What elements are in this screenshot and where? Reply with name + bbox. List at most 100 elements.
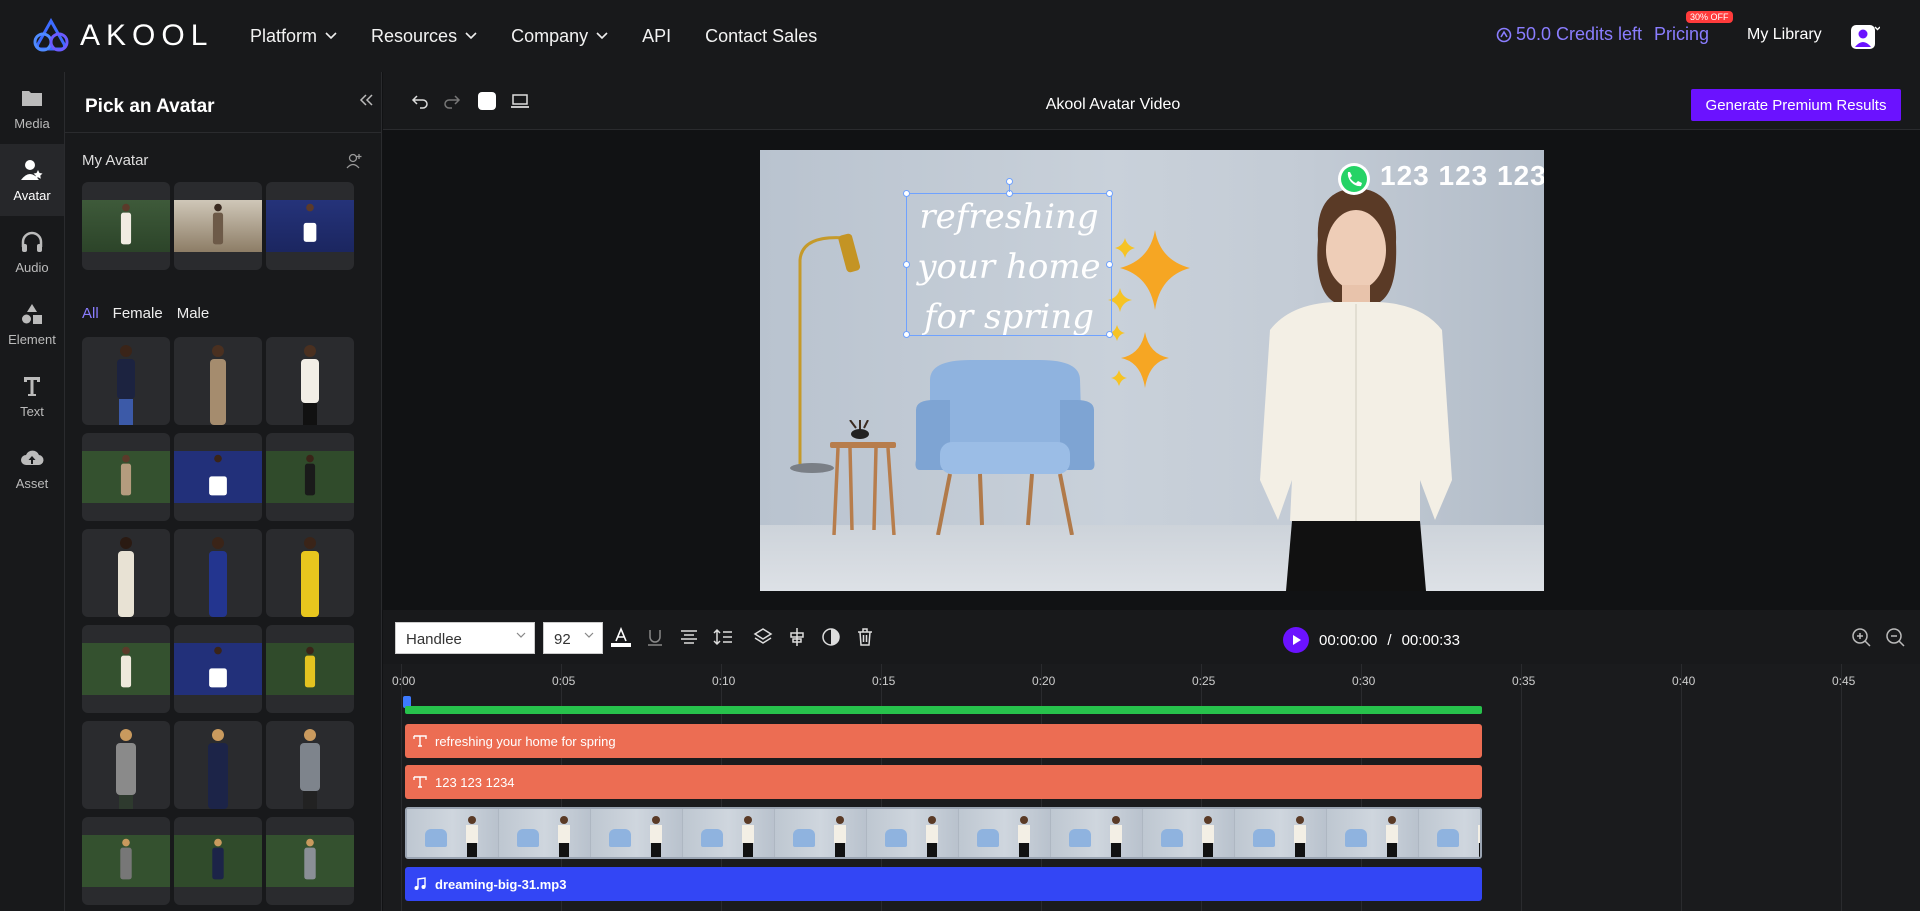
font-size-select[interactable]: 92 — [543, 622, 603, 654]
avatar-thumb[interactable] — [82, 433, 170, 521]
resize-handle[interactable] — [1106, 261, 1113, 268]
user-avatar-icon[interactable] — [1850, 22, 1880, 52]
avatar-filters: All Female Male — [82, 305, 209, 322]
avatar-figure — [120, 203, 132, 245]
progress-track[interactable] — [405, 706, 1482, 714]
text-edit-bar: Handlee 92 00:00:00 / 00:00:33 — [383, 610, 1920, 664]
avatar-thumb[interactable] — [174, 721, 262, 809]
selection-box[interactable] — [903, 178, 1113, 338]
avatar-thumb[interactable] — [82, 625, 170, 713]
chevron-down-icon — [596, 32, 608, 40]
avatar-panel: Pick an Avatar My Avatar All Female Male — [64, 72, 382, 911]
avatar-thumb[interactable] — [266, 529, 354, 617]
resize-handle[interactable] — [903, 261, 910, 268]
avatar-thumb[interactable] — [174, 625, 262, 713]
layers-icon[interactable] — [753, 627, 773, 647]
avatar-thumb[interactable] — [82, 721, 170, 809]
generate-premium-button[interactable]: Generate Premium Results — [1691, 89, 1901, 121]
zoom-out-icon[interactable] — [1885, 627, 1905, 647]
avatar-figure — [304, 838, 316, 880]
my-avatar-thumb[interactable] — [82, 182, 170, 270]
filter-female[interactable]: Female — [113, 305, 163, 322]
avatar-figure — [209, 537, 227, 617]
my-avatar-thumb[interactable] — [174, 182, 262, 270]
pricing-link[interactable]: Pricing — [1654, 24, 1709, 45]
avatar-thumb[interactable] — [266, 625, 354, 713]
avatar-figure — [208, 729, 228, 809]
akool-logo[interactable]: AKOOL — [30, 18, 213, 54]
credits-text: 50.0 Credits left — [1516, 24, 1643, 44]
nav-resources[interactable]: Resources — [371, 26, 477, 47]
editor-toolbar: Akool Avatar Video Generate Premium Resu… — [383, 72, 1920, 130]
tick-label: 0:25 — [1192, 674, 1216, 688]
avatar-thumb[interactable] — [82, 529, 170, 617]
avatar-thumb[interactable] — [266, 721, 354, 809]
avatar-thumb[interactable] — [266, 337, 354, 425]
underline-icon[interactable] — [645, 627, 665, 647]
sidebar-item-media[interactable]: Media — [0, 72, 64, 144]
rotate-handle[interactable] — [1006, 178, 1013, 185]
project-title[interactable]: Akool Avatar Video — [383, 96, 1843, 114]
sidebar-item-asset[interactable]: Asset — [0, 432, 64, 504]
filter-male[interactable]: Male — [177, 305, 210, 322]
video-frame-thumbnail — [867, 809, 959, 857]
text-color-icon[interactable] — [611, 627, 631, 647]
brand-name: AKOOL — [80, 19, 214, 52]
chevron-down-icon — [516, 632, 526, 638]
headphones-icon — [21, 231, 43, 252]
line-spacing-icon[interactable] — [713, 627, 733, 647]
tick-line — [1521, 664, 1522, 911]
video-frame-thumbnail — [775, 809, 867, 857]
avatar-thumb[interactable] — [266, 433, 354, 521]
nav-resources-label: Resources — [371, 25, 458, 46]
timeline-ruler[interactable]: 0:00 0:05 0:10 0:15 0:20 0:25 0:30 0:35 … — [383, 664, 1920, 911]
nav-platform[interactable]: Platform — [250, 26, 337, 47]
zoom-in-icon[interactable] — [1851, 627, 1871, 647]
align-center-icon[interactable] — [679, 627, 699, 647]
avatar-thumb[interactable] — [174, 817, 262, 905]
discount-badge: 30% OFF — [1686, 11, 1733, 23]
filter-all[interactable]: All — [82, 305, 99, 322]
avatar-thumb[interactable] — [174, 529, 262, 617]
font-family-value: Handlee — [406, 631, 462, 648]
phone-number-overlay[interactable]: 123 123 1234 — [1380, 160, 1544, 192]
timeline: 0:00 0:05 0:10 0:15 0:20 0:25 0:30 0:35 … — [383, 664, 1920, 911]
my-library-link[interactable]: My Library — [1747, 26, 1822, 44]
total-time: 00:00:33 — [1401, 631, 1460, 649]
resize-handle[interactable] — [1106, 331, 1113, 338]
avatar-grid-row — [82, 337, 354, 425]
my-avatar-thumb[interactable] — [266, 182, 354, 270]
sidebar-item-audio[interactable]: Audio — [0, 216, 64, 288]
resize-handle[interactable] — [903, 190, 910, 197]
resize-handle[interactable] — [903, 331, 910, 338]
text-track-headline[interactable]: refreshing your home for spring — [405, 724, 1482, 758]
opacity-icon[interactable] — [821, 627, 841, 647]
avatar-thumb[interactable] — [82, 817, 170, 905]
resize-handle[interactable] — [1106, 190, 1113, 197]
font-family-select[interactable]: Handlee — [395, 622, 535, 654]
avatar-thumb[interactable] — [174, 433, 262, 521]
tick-label: 0:45 — [1832, 674, 1856, 688]
trash-icon[interactable] — [855, 627, 875, 647]
sidebar-item-text[interactable]: Text — [0, 360, 64, 432]
tick-label: 0:10 — [712, 674, 736, 688]
nav-company[interactable]: Company — [511, 26, 608, 47]
avatar-thumb[interactable] — [174, 337, 262, 425]
avatar-thumb[interactable] — [266, 817, 354, 905]
audio-track[interactable]: dreaming-big-31.mp3 — [405, 867, 1482, 901]
collapse-icon[interactable] — [358, 92, 374, 108]
nav-api[interactable]: API — [642, 26, 671, 47]
sidebar-item-element[interactable]: Element — [0, 288, 64, 360]
play-button[interactable] — [1283, 627, 1309, 653]
avatar-thumb[interactable] — [82, 337, 170, 425]
add-person-icon[interactable] — [345, 152, 363, 170]
align-vertical-icon[interactable] — [787, 627, 807, 647]
credits-indicator[interactable]: 50.0 Credits left — [1496, 24, 1642, 45]
nav-contact-sales[interactable]: Contact Sales — [705, 26, 817, 47]
preview-stage: 123 123 1234 refreshing your home for sp… — [383, 131, 1920, 609]
video-canvas[interactable]: 123 123 1234 refreshing your home for sp… — [760, 150, 1544, 591]
sidebar-item-avatar[interactable]: Avatar — [0, 144, 64, 216]
text-track-phone[interactable]: 123 123 1234 — [405, 765, 1482, 799]
font-size-value: 92 — [554, 631, 571, 648]
video-track[interactable] — [405, 807, 1482, 859]
